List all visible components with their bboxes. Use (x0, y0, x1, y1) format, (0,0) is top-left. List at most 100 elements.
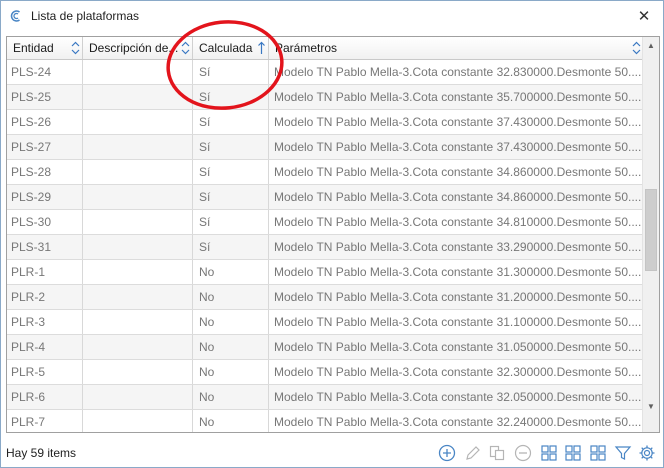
cell-calculada: Sí (193, 135, 269, 159)
cell-calculada: Sí (193, 60, 269, 84)
cell-calculada: No (193, 385, 269, 409)
scroll-up-arrow[interactable]: ▲ (643, 37, 659, 54)
table-row[interactable]: PLR-5 No Modelo TN Pablo Mella-3.Cota cons… (7, 360, 643, 385)
cell-descripcion (83, 235, 193, 259)
cell-descripcion (83, 260, 193, 284)
cell-parametros: Modelo TN Pablo Mella-3.Cota constante 3… (274, 265, 642, 279)
filter-button[interactable] (613, 443, 633, 463)
table-row[interactable]: PLR-4 No Modelo TN Pablo Mella-3.Cota cons… (7, 335, 643, 360)
table-row[interactable]: PLS-31 Sí Modelo TN Pablo Mella-3.Cota con… (7, 235, 643, 260)
table-row[interactable]: PLS-26 Sí Modelo TN Pablo Mella-3.Cota con… (7, 110, 643, 135)
cell-descripcion (83, 160, 193, 184)
table-row[interactable]: PLS-27 Sí Modelo TN Pablo Mella-3.Cota con… (7, 135, 643, 160)
cell-descripcion (83, 210, 193, 234)
cell-parametros: Modelo TN Pablo Mella-3.Cota constante 3… (274, 390, 642, 404)
column-header-calculada[interactable]: Calculada (193, 37, 269, 59)
table-body: PLS-24 Sí Modelo TN Pablo Mella-3.Cota con… (7, 60, 643, 432)
grid-view-2-button[interactable] (563, 443, 583, 463)
cell-calculada: Sí (193, 160, 269, 184)
sort-updown-icon[interactable] (71, 41, 80, 55)
table-row[interactable]: PLR-3 No Modelo TN Pablo Mella-3.Cota cons… (7, 310, 643, 335)
cell-entidad: PLR-6 (7, 385, 83, 409)
sort-ascending-icon[interactable] (257, 41, 266, 55)
cell-descripcion (83, 110, 193, 134)
table-row[interactable]: PLR-6 No Modelo TN Pablo Mella-3.Cota cons… (7, 385, 643, 410)
table-row[interactable]: PLS-25 Sí Modelo TN Pablo Mella-3.Cota con… (7, 85, 643, 110)
platform-list-window: Lista de plataformas ✕ Entidad Descripci… (0, 0, 664, 468)
column-header-descripcion[interactable]: Descripción de... (83, 37, 193, 59)
app-logo-icon (10, 10, 20, 22)
scroll-down-arrow[interactable]: ▼ (643, 398, 659, 415)
cell-parametros: Modelo TN Pablo Mella-3.Cota constante 3… (274, 415, 642, 429)
cell-entidad: PLS-30 (7, 210, 83, 234)
column-header-entidad[interactable]: Entidad (7, 37, 83, 59)
edit-icon (466, 446, 480, 460)
cell-descripcion (83, 360, 193, 384)
window-title: Lista de plataformas (31, 9, 140, 23)
remove-button[interactable] (513, 443, 533, 463)
cell-entidad: PLS-26 (7, 110, 83, 134)
cell-entidad: PLR-7 (7, 410, 83, 432)
copy-button[interactable] (487, 443, 507, 463)
cell-parametros: Modelo TN Pablo Mella-3.Cota constante 3… (274, 215, 642, 229)
table-header: Entidad Descripción de... Calculada Pará… (7, 37, 659, 60)
cell-entidad: PLS-29 (7, 185, 83, 209)
table-row[interactable]: PLS-28 Sí Modelo TN Pablo Mella-3.Cota con… (7, 160, 643, 185)
cell-parametros: Modelo TN Pablo Mella-3.Cota constante 3… (274, 165, 642, 179)
column-header-label: Descripción de... (89, 41, 179, 55)
settings-button[interactable] (637, 443, 657, 463)
grid-view-button[interactable] (539, 443, 559, 463)
cell-parametros: Modelo TN Pablo Mella-3.Cota constante 3… (274, 115, 642, 129)
grid-view-3-icon (590, 445, 606, 461)
close-button[interactable]: ✕ (633, 5, 655, 27)
cell-calculada: Sí (193, 185, 269, 209)
cell-calculada: No (193, 285, 269, 309)
column-header-parametros[interactable]: Parámetros (269, 37, 643, 59)
column-header-label: Parámetros (275, 41, 338, 55)
add-button[interactable] (437, 443, 457, 463)
edit-button[interactable] (463, 443, 483, 463)
cell-entidad: PLS-31 (7, 235, 83, 259)
table-row[interactable]: PLS-24 Sí Modelo TN Pablo Mella-3.Cota con… (7, 60, 643, 85)
cell-calculada: No (193, 335, 269, 359)
cell-calculada: Sí (193, 210, 269, 234)
remove-icon (514, 444, 532, 462)
cell-descripcion (83, 85, 193, 109)
cell-parametros: Modelo TN Pablo Mella-3.Cota constante 3… (274, 65, 642, 79)
cell-descripcion (83, 60, 193, 84)
table-row[interactable]: PLR-2 No Modelo TN Pablo Mella-3.Cota cons… (7, 285, 643, 310)
cell-descripcion (83, 385, 193, 409)
add-icon (438, 444, 456, 462)
cell-entidad: PLR-2 (7, 285, 83, 309)
cell-calculada: Sí (193, 85, 269, 109)
cell-entidad: PLS-25 (7, 85, 83, 109)
filter-icon (614, 446, 632, 460)
table-row[interactable]: PLS-30 Sí Modelo TN Pablo Mella-3.Cota con… (7, 210, 643, 235)
cell-parametros: Modelo TN Pablo Mella-3.Cota constante 3… (274, 290, 642, 304)
cell-entidad: PLR-4 (7, 335, 83, 359)
cell-parametros: Modelo TN Pablo Mella-3.Cota constante 3… (274, 315, 642, 329)
grid-view-2-icon (565, 445, 581, 461)
sort-updown-icon[interactable] (632, 41, 641, 55)
sort-updown-icon[interactable] (181, 41, 190, 55)
table-row[interactable]: PLR-1 No Modelo TN Pablo Mella-3.Cota cons… (7, 260, 643, 285)
table-row[interactable]: PLS-29 Sí Modelo TN Pablo Mella-3.Cota con… (7, 185, 643, 210)
cell-parametros: Modelo TN Pablo Mella-3.Cota constante 3… (274, 190, 642, 204)
cell-calculada: No (193, 410, 269, 432)
vertical-scrollbar[interactable]: ▲ ▼ (642, 37, 659, 432)
cell-calculada: Sí (193, 110, 269, 134)
table-row[interactable]: PLR-7 No Modelo TN Pablo Mella-3.Cota cons… (7, 410, 643, 432)
column-header-label: Entidad (13, 41, 54, 55)
cell-descripcion (83, 410, 193, 432)
grid-view-3-button[interactable] (588, 443, 608, 463)
cell-descripcion (83, 335, 193, 359)
scroll-thumb[interactable] (645, 189, 657, 271)
settings-icon (639, 445, 655, 461)
cell-parametros: Modelo TN Pablo Mella-3.Cota constante 3… (274, 365, 642, 379)
cell-calculada: No (193, 310, 269, 334)
status-bar: Hay 59 items (1, 437, 663, 467)
cell-entidad: PLS-27 (7, 135, 83, 159)
cell-parametros: Modelo TN Pablo Mella-3.Cota constante 3… (274, 340, 642, 354)
cell-entidad: PLR-5 (7, 360, 83, 384)
copy-icon (489, 445, 505, 461)
